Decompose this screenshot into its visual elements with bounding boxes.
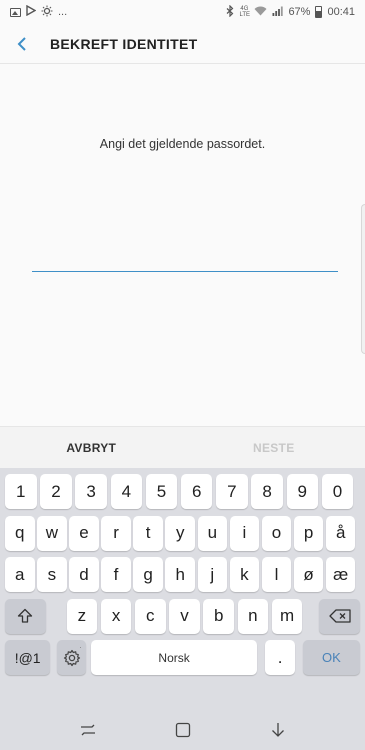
notification-icons: ... [10, 4, 68, 20]
home-icon [175, 722, 190, 737]
key-n[interactable]: n [237, 598, 269, 634]
settings-key[interactable]: · [57, 640, 86, 675]
edge-panel-handle[interactable] [361, 204, 365, 354]
key-i[interactable]: i [229, 515, 260, 551]
key-5[interactable]: 5 [145, 474, 178, 509]
keyboard: 1 2 3 4 5 6 7 8 9 0 q w e r t y u i o p … [0, 468, 365, 709]
app-header: BEKREFT IDENTITET [0, 24, 365, 64]
shift-key[interactable] [5, 598, 46, 634]
settings-dot: · [79, 643, 82, 652]
bottom-row: !@1 · Norsk . OK [5, 640, 360, 675]
key-x[interactable]: x [100, 598, 132, 634]
next-button[interactable]: NESTE [183, 427, 365, 468]
password-prompt: Angi det gjeldende passordet. [99, 137, 266, 151]
battery-percent: 67% [288, 6, 311, 18]
key-4[interactable]: 4 [110, 474, 143, 509]
page-title: BEKREFT IDENTITET [50, 35, 198, 52]
backspace-icon [328, 609, 351, 623]
ok-key[interactable]: OK [302, 640, 360, 675]
key-h[interactable]: h [165, 557, 195, 592]
bluetooth-icon [226, 4, 234, 20]
key-w[interactable]: w [37, 515, 67, 551]
key-y[interactable]: y [165, 515, 195, 551]
gallery-icon [10, 7, 21, 17]
key-c[interactable]: c [135, 598, 166, 634]
shift-icon [18, 608, 33, 623]
num-sym-key[interactable]: !@1 [5, 640, 51, 675]
battery-icon [315, 6, 323, 18]
letter-row-3: z x c v b n m [5, 598, 360, 634]
key-1[interactable]: 1 [5, 474, 37, 509]
key-8[interactable]: 8 [251, 474, 283, 509]
key-6[interactable]: 6 [180, 474, 213, 509]
letter-row-1: q w e r t y u i o p å [5, 515, 360, 551]
key-b[interactable]: b [203, 598, 234, 634]
key-ae[interactable]: æ [325, 557, 356, 592]
play-store-icon [26, 4, 37, 19]
recent-apps-button[interactable] [68, 715, 108, 745]
key-l[interactable]: l [261, 557, 292, 592]
period-key[interactable]: . [265, 640, 295, 675]
backspace-key[interactable] [319, 598, 360, 634]
number-row: 1 2 3 4 5 6 7 8 9 0 [5, 474, 360, 509]
key-9[interactable]: 9 [286, 474, 318, 509]
key-p[interactable]: p [293, 515, 324, 551]
password-input[interactable] [32, 242, 338, 272]
key-o[interactable]: o [261, 515, 292, 551]
status-bar: ... 4G LTE 67% 00:41 [0, 0, 365, 24]
back-nav-button[interactable] [258, 715, 298, 745]
gear-icon [63, 649, 80, 666]
recent-apps-icon [80, 724, 95, 735]
notification-more: ... [58, 6, 68, 18]
key-q[interactable]: q [5, 515, 35, 551]
key-j[interactable]: j [197, 557, 228, 592]
key-0[interactable]: 0 [321, 474, 354, 509]
password-form: Angi det gjeldende passordet. [0, 64, 365, 426]
key-2[interactable]: 2 [40, 474, 72, 509]
key-e[interactable]: e [69, 515, 99, 551]
letter-row-2: a s d f g h j k l ø æ [5, 557, 360, 592]
clock: 00:41 [327, 6, 355, 18]
key-f[interactable]: f [101, 557, 131, 592]
back-arrow-icon [17, 36, 26, 51]
key-v[interactable]: v [169, 598, 200, 634]
key-d[interactable]: d [69, 557, 99, 592]
key-u[interactable]: u [197, 515, 228, 551]
key-r[interactable]: r [101, 515, 131, 551]
back-icon [271, 722, 284, 737]
key-7[interactable]: 7 [216, 474, 248, 509]
key-g[interactable]: g [133, 557, 163, 592]
key-3[interactable]: 3 [75, 474, 107, 509]
back-button[interactable] [0, 24, 44, 64]
wifi-icon [254, 6, 267, 19]
key-s[interactable]: s [37, 557, 67, 592]
network-4g-icon: 4G LTE [239, 6, 250, 18]
key-t[interactable]: t [133, 515, 163, 551]
signal-icon [272, 6, 284, 19]
key-a[interactable]: a [5, 557, 35, 592]
key-k[interactable]: k [229, 557, 260, 592]
key-m[interactable]: m [271, 598, 303, 634]
brightness-icon [41, 5, 53, 20]
key-oe[interactable]: ø [293, 557, 324, 592]
home-button[interactable] [163, 715, 203, 745]
system-icons: 4G LTE 67% 00:41 [226, 4, 355, 20]
action-bar: AVBRYT NESTE [0, 426, 365, 468]
key-z[interactable]: z [66, 598, 98, 634]
navigation-bar [0, 709, 365, 750]
key-aa[interactable]: å [325, 515, 356, 551]
space-key[interactable]: Norsk [90, 640, 258, 675]
cancel-button[interactable]: AVBRYT [0, 427, 183, 468]
